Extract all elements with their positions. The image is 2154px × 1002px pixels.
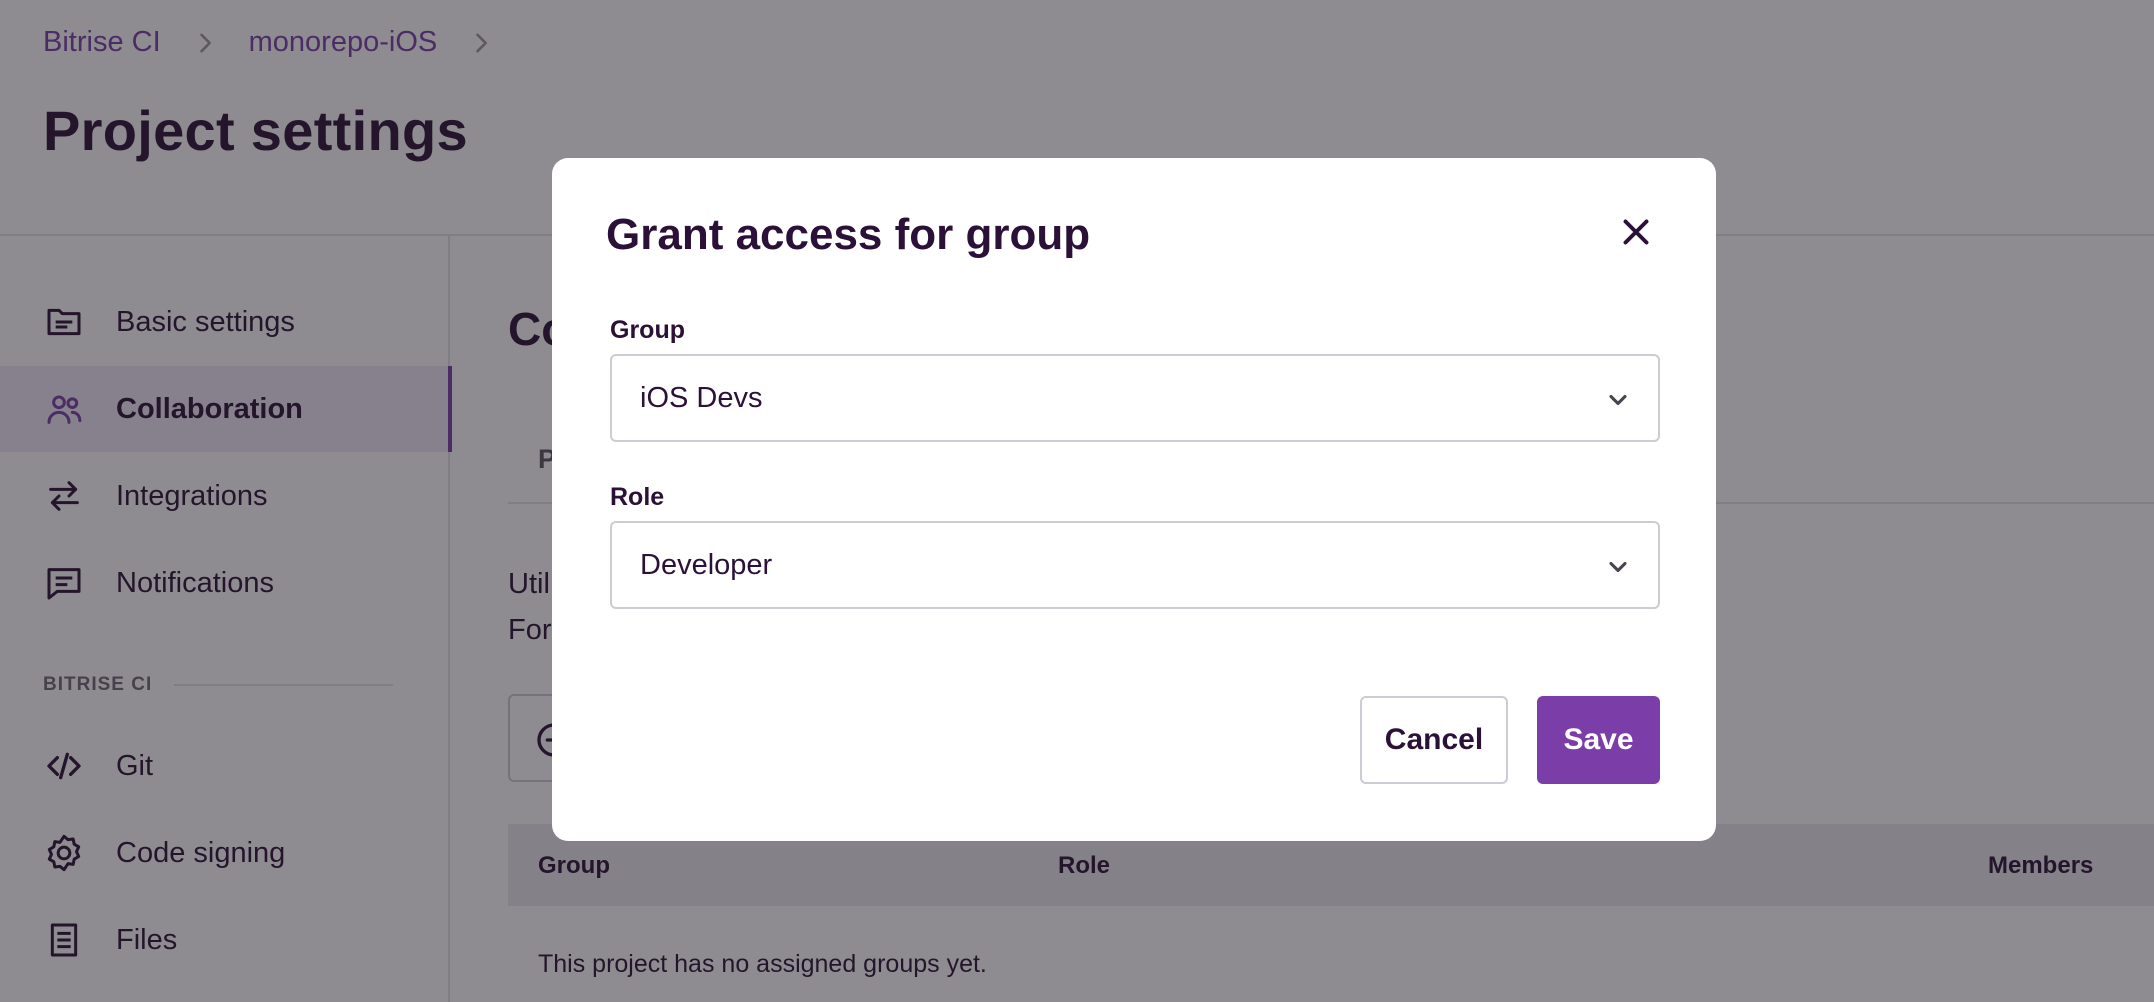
role-select-value: Developer (640, 549, 773, 581)
dialog-title: Grant access for group (606, 210, 1091, 259)
cancel-button[interactable]: Cancel (1360, 696, 1508, 784)
chevron-down-icon (1609, 394, 1627, 406)
group-field-label: Group (610, 316, 685, 344)
chevron-down-icon (1609, 561, 1627, 573)
group-select-value: iOS Devs (640, 382, 763, 414)
close-button[interactable] (1618, 214, 1654, 250)
role-field-label: Role (610, 483, 665, 511)
grant-access-dialog: Grant access for group Group iOS Devs Ro… (552, 158, 1716, 841)
close-icon (1623, 219, 1649, 245)
save-button[interactable]: Save (1537, 696, 1660, 784)
role-select[interactable]: Developer (610, 521, 1660, 609)
group-select[interactable]: iOS Devs (610, 354, 1660, 442)
